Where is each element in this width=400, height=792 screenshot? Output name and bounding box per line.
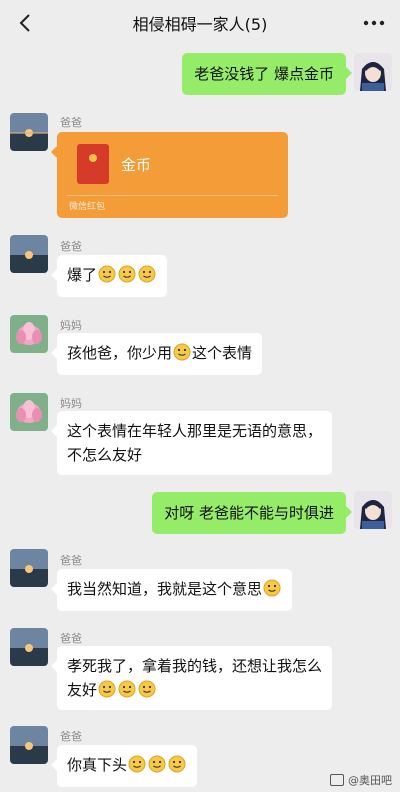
sunset-avatar-image: [10, 549, 48, 587]
message-text: 对呀 老爸能不能与时俱进: [164, 504, 334, 522]
chat-title: 相侵相碍一家人(5): [132, 15, 268, 34]
slight-smile-emoji: [118, 265, 136, 283]
mom-avatar[interactable]: [10, 315, 48, 353]
lotus-avatar-image: [10, 393, 48, 431]
chat-header: 相侵相碍一家人(5): [0, 0, 400, 46]
red-packet-message[interactable]: 金币 微信红包: [51, 132, 288, 218]
chevron-left-icon: [19, 14, 30, 32]
slight-smile-emoji: [138, 680, 156, 698]
message-bubble[interactable]: 孩他爸，你少用 这个表情: [50, 333, 263, 375]
red-packet-footer: 微信红包: [69, 202, 106, 212]
message-text-line1: 这个表情在年轻人那里是无语的意思，: [67, 422, 323, 440]
message-bubble[interactable]: 你真下头: [50, 745, 198, 787]
message-text: 我当然知道，我就是这个意思: [67, 580, 263, 598]
sender-name: 爸爸: [60, 554, 82, 567]
sender-name: 妈妈: [60, 397, 82, 410]
sender-name: 爸爸: [60, 116, 82, 129]
message-text: 老爸没钱了 爆点金币: [194, 65, 334, 83]
watermark: @奥田吧: [330, 772, 392, 788]
slight-smile-emoji: [263, 579, 281, 597]
sunset-avatar-image: [10, 628, 48, 666]
my-avatar[interactable]: [354, 491, 392, 529]
message-text-line2: 不怎么友好: [67, 446, 143, 464]
message-text: 爆了: [67, 266, 98, 284]
dad-avatar[interactable]: [10, 726, 48, 764]
message-bubble-me[interactable]: 对呀 老爸能不能与时俱进: [152, 492, 352, 534]
dad-avatar[interactable]: [10, 235, 48, 273]
message-bubble[interactable]: 我当然知道，我就是这个意思: [50, 569, 293, 611]
anime-avatar-image: [354, 491, 392, 529]
slight-smile-emoji: [138, 265, 156, 283]
message-bubble[interactable]: 爆了: [50, 255, 168, 297]
my-avatar[interactable]: [354, 53, 392, 91]
sunset-avatar-image: [10, 726, 48, 764]
anime-avatar-image: [354, 53, 392, 91]
back-button[interactable]: [12, 9, 38, 37]
message-text-line1: 孝死我了，拿着我的钱，还想让我怎么: [67, 657, 323, 675]
message-text-before: 孩他爸，你少用: [67, 344, 173, 362]
red-envelope-icon: [77, 144, 109, 184]
watermark-text: @奥田吧: [348, 774, 392, 787]
slight-smile-emoji: [98, 680, 116, 698]
lotus-avatar-image: [10, 315, 48, 353]
slight-smile-emoji: [168, 755, 186, 773]
sender-name: 妈妈: [60, 319, 82, 332]
message-bubble-me[interactable]: 老爸没钱了 爆点金币: [182, 53, 352, 95]
slight-smile-emoji: [173, 343, 191, 361]
dad-avatar[interactable]: [10, 113, 48, 151]
watermark-icon: [330, 774, 344, 786]
dad-avatar[interactable]: [10, 628, 48, 666]
message-text-line2: 友好: [67, 681, 98, 699]
sender-name: 爸爸: [60, 240, 82, 253]
mom-avatar[interactable]: [10, 393, 48, 431]
message-text-after: 这个表情: [192, 344, 253, 362]
message-text: 你真下头: [67, 756, 128, 774]
sender-name: 爸爸: [60, 730, 82, 743]
slight-smile-emoji: [98, 265, 116, 283]
more-options-button[interactable]: [360, 9, 388, 37]
sunset-avatar-image: [10, 113, 48, 151]
message-bubble[interactable]: 这个表情在年轻人那里是无语的意思， 不怎么友好: [50, 411, 333, 475]
sender-name: 爸爸: [60, 632, 82, 645]
more-dots-icon: [363, 20, 385, 26]
sunset-avatar-image: [10, 235, 48, 273]
slight-smile-emoji: [118, 680, 136, 698]
slight-smile-emoji: [128, 755, 146, 773]
dad-avatar[interactable]: [10, 549, 48, 587]
slight-smile-emoji: [148, 755, 166, 773]
red-packet-label: 金币: [121, 156, 152, 174]
message-bubble[interactable]: 孝死我了，拿着我的钱，还想让我怎么 友好: [50, 646, 333, 710]
